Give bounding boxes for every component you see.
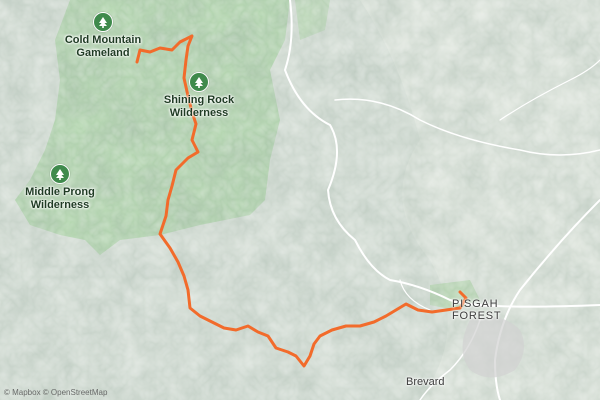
poi-cold-mountain[interactable]: Cold Mountain Gameland [60,12,146,60]
poi-shining-rock[interactable]: Shining Rock Wilderness [156,72,242,120]
tree-icon [50,164,70,184]
town-brevard[interactable]: Brevard [406,376,445,388]
poi-middle-prong[interactable]: Middle Prong Wilderness [16,164,104,212]
tree-icon [189,72,209,92]
map-attribution[interactable]: © Mapbox © OpenStreetMap [4,388,107,397]
town-label: PISGAH [452,298,499,310]
poi-label: Shining Rock Wilderness [163,94,235,119]
town-pisgah-forest[interactable]: PISGAH FOREST [452,298,501,322]
poi-label: Cold Mountain Gameland [64,34,142,59]
town-label: Brevard [406,376,445,388]
tree-icon [93,12,113,32]
town-label: FOREST [452,310,502,322]
map-canvas[interactable]: Cold Mountain Gameland Shining Rock Wild… [0,0,600,400]
poi-label: Middle Prong Wilderness [25,186,95,211]
